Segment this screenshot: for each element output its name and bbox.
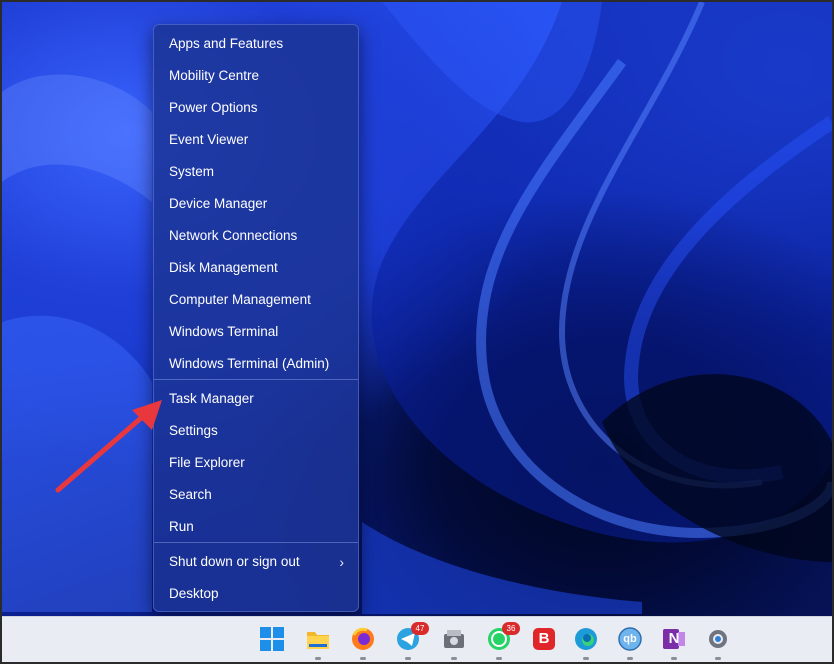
icon-letter: B	[538, 630, 550, 647]
taskbar: 47 36 Bqb N	[2, 616, 832, 662]
running-indicator	[315, 657, 321, 660]
running-indicator	[583, 657, 589, 660]
notification-badge: 36	[502, 622, 520, 635]
whatsapp-icon[interactable]: 36	[486, 622, 520, 652]
menu-item-label: Windows Terminal (Admin)	[169, 356, 330, 371]
menu-item-task-manager[interactable]: Task Manager	[154, 383, 358, 415]
menu-item-computer-management[interactable]: Computer Management	[154, 284, 358, 316]
menu-item-label: Settings	[169, 423, 218, 438]
chevron-right-icon: ›	[339, 554, 344, 570]
menu-item-label: Task Manager	[169, 391, 254, 406]
menu-item-power-options[interactable]: Power Options	[154, 92, 358, 124]
menu-item-event-viewer[interactable]: Event Viewer	[154, 124, 358, 156]
menu-item-apps-and-features[interactable]: Apps and Features	[154, 28, 358, 60]
brave-icon[interactable]: B	[531, 626, 557, 652]
menu-item-shut-down-or-sign-out[interactable]: Shut down or sign out ›	[154, 546, 358, 578]
menu-item-network-connections[interactable]: Network Connections	[154, 220, 358, 252]
menu-separator	[154, 379, 358, 380]
firefox-icon[interactable]	[350, 626, 376, 652]
menu-item-label: Search	[169, 487, 212, 502]
menu-item-run[interactable]: Run	[154, 511, 358, 543]
menu-item-label: Run	[169, 519, 194, 534]
menu-item-label: File Explorer	[169, 455, 245, 470]
menu-item-system[interactable]: System	[154, 156, 358, 188]
wallpaper-bloom-graphic	[2, 2, 832, 614]
edge-icon[interactable]	[573, 626, 599, 652]
qbittorrent-icon[interactable]: qb	[617, 626, 643, 652]
telegram-icon[interactable]: 47	[395, 622, 429, 652]
menu-separator	[154, 542, 358, 543]
settings-icon[interactable]	[705, 626, 731, 652]
file-explorer-icon[interactable]	[305, 626, 331, 652]
running-indicator	[360, 657, 366, 660]
onenote-icon[interactable]: N	[661, 626, 687, 652]
running-indicator	[715, 657, 721, 660]
menu-item-label: Computer Management	[169, 292, 311, 307]
menu-item-label: System	[169, 164, 215, 179]
desktop-wallpaper	[2, 2, 832, 662]
icon-letter: qb	[623, 633, 637, 645]
menu-item-windows-terminal-admin[interactable]: Windows Terminal (Admin)	[154, 348, 358, 380]
running-indicator	[627, 657, 633, 660]
menu-item-label: Mobility Centre	[169, 68, 260, 83]
menu-item-label: Desktop	[169, 586, 219, 601]
running-indicator	[496, 657, 502, 660]
menu-item-label: Windows Terminal	[169, 324, 279, 339]
icon-letter: N	[668, 630, 680, 647]
winx-power-user-menu: Apps and Features Mobility Centre Power Op…	[153, 24, 359, 612]
running-indicator	[451, 657, 457, 660]
menu-item-mobility-centre[interactable]: Mobility Centre	[154, 60, 358, 92]
menu-item-device-manager[interactable]: Device Manager	[154, 188, 358, 220]
menu-item-label: Apps and Features	[169, 36, 284, 51]
gallery-app-icon[interactable]	[441, 626, 467, 652]
menu-item-label: Disk Management	[169, 260, 278, 275]
menu-item-label: Power Options	[169, 100, 258, 115]
notification-badge: 47	[411, 622, 429, 635]
running-indicator	[405, 657, 411, 660]
menu-item-windows-terminal[interactable]: Windows Terminal	[154, 316, 358, 348]
menu-item-label: Device Manager	[169, 196, 268, 211]
menu-item-disk-management[interactable]: Disk Management	[154, 252, 358, 284]
screenshot-frame: Apps and Features Mobility Centre Power Op…	[0, 0, 834, 664]
menu-item-label: Event Viewer	[169, 132, 249, 147]
menu-item-search[interactable]: Search	[154, 479, 358, 511]
menu-item-file-explorer[interactable]: File Explorer	[154, 447, 358, 479]
menu-item-label: Shut down or sign out	[169, 554, 300, 569]
running-indicator	[671, 657, 677, 660]
menu-item-desktop[interactable]: Desktop	[154, 578, 358, 610]
menu-item-settings[interactable]: Settings	[154, 415, 358, 447]
windows-start-icon[interactable]	[259, 626, 285, 652]
menu-item-label: Network Connections	[169, 228, 298, 243]
